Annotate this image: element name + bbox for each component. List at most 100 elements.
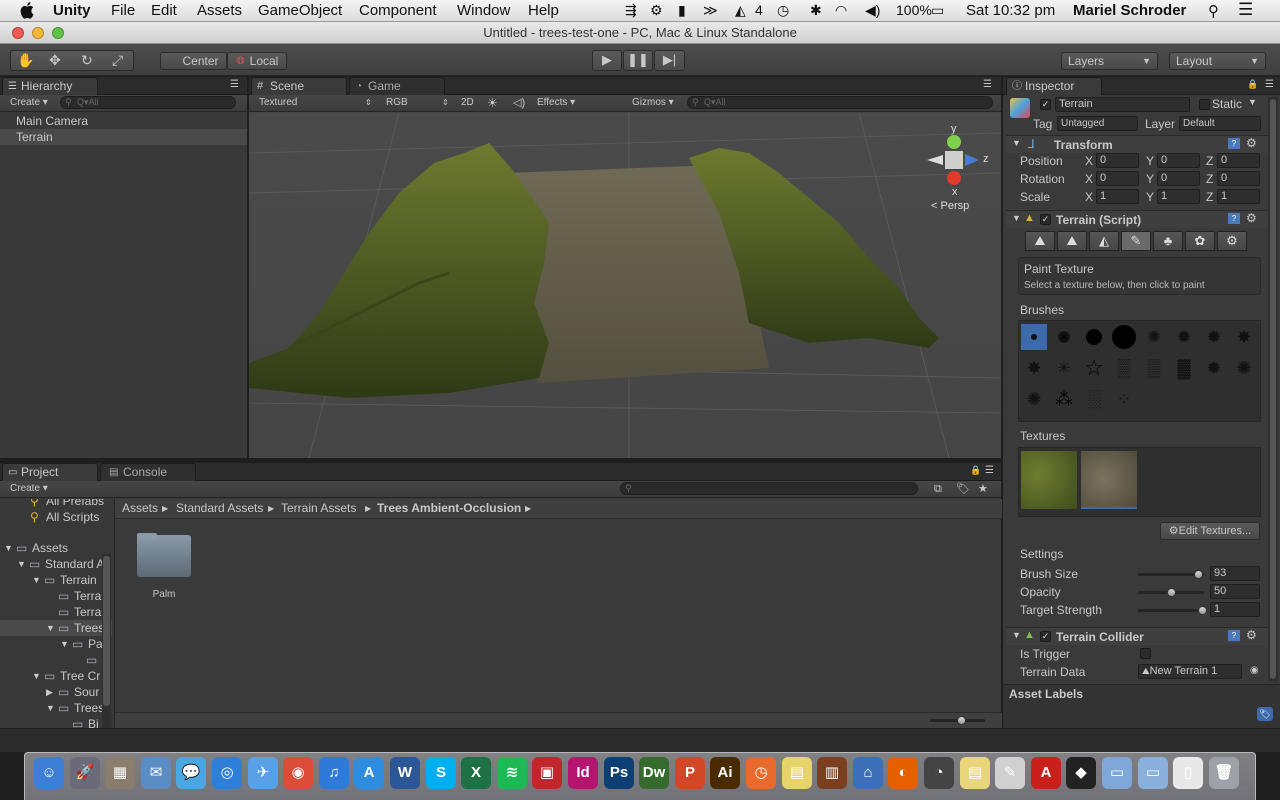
brush-size-field[interactable]: 93 bbox=[1210, 566, 1260, 581]
dock-mail-icon[interactable]: ✈ bbox=[248, 757, 278, 789]
icon-size-slider-knob[interactable] bbox=[957, 716, 966, 725]
breadcrumb-terrain-assets[interactable]: Terrain Assets bbox=[281, 499, 356, 518]
gizmo-y-axis[interactable] bbox=[947, 135, 961, 149]
tab-inspector[interactable]: ⓘ Inspector bbox=[1006, 77, 1102, 95]
pivot-center-button[interactable]: Center bbox=[160, 52, 227, 70]
brush-6[interactable]: ✹ bbox=[1171, 324, 1197, 350]
brush-19[interactable]: ░ bbox=[1081, 386, 1107, 412]
screen-share-icon[interactable]: ⇶ bbox=[625, 2, 637, 19]
foldout-arrow-icon[interactable]: ▼ bbox=[17, 556, 26, 572]
dock-dreamweaver-icon[interactable]: Dw bbox=[639, 757, 669, 789]
gear-icon[interactable]: ⚙ bbox=[1246, 211, 1257, 225]
dock-safari-icon[interactable]: ◎ bbox=[212, 757, 242, 789]
brush-2[interactable] bbox=[1051, 324, 1077, 350]
menu-gameobject[interactable]: GameObject bbox=[258, 2, 342, 19]
terrain-settings-tool[interactable]: ⚙ bbox=[1217, 231, 1247, 251]
paint-height-tool[interactable]: ⛰ bbox=[1057, 231, 1087, 251]
panel-menu-icon[interactable]: ☰ bbox=[230, 79, 239, 90]
foldout-arrow-icon[interactable]: ▼ bbox=[1012, 213, 1021, 223]
brush-4[interactable] bbox=[1111, 324, 1137, 350]
layout-dropdown[interactable]: Layout ▼ bbox=[1169, 52, 1266, 70]
tree-item-palm-child[interactable]: ▭ bbox=[0, 652, 112, 668]
gizmo-center-cube[interactable] bbox=[945, 151, 963, 169]
dock-flash-icon[interactable]: ▣ bbox=[532, 757, 562, 789]
scrollbar-thumb[interactable] bbox=[1270, 99, 1276, 679]
gizmo-neg-x-axis[interactable] bbox=[927, 155, 943, 165]
inspector-scrollbar[interactable] bbox=[1268, 97, 1278, 681]
brush-11[interactable]: ☆ bbox=[1081, 355, 1107, 381]
clock[interactable]: Sat 10:32 pm bbox=[966, 2, 1055, 19]
rotation-x-field[interactable]: 0 bbox=[1096, 171, 1139, 186]
position-x-field[interactable]: 0 bbox=[1096, 153, 1139, 168]
position-y-field[interactable]: 0 bbox=[1157, 153, 1200, 168]
dock-acrobat-icon[interactable]: A bbox=[1031, 757, 1061, 789]
panel-menu-icon[interactable]: ☰ bbox=[1265, 79, 1274, 90]
foldout-arrow-icon[interactable]: ▼ bbox=[46, 700, 55, 716]
dock-skype-icon[interactable]: S bbox=[426, 757, 456, 789]
hierarchy-search-input[interactable]: ⚲ Q▾All bbox=[60, 96, 236, 109]
rotate-tool-icon[interactable]: ↻ bbox=[81, 51, 93, 69]
tree-item-palm[interactable]: ▼ ▭ Pa bbox=[0, 636, 112, 652]
is-trigger-checkbox[interactable] bbox=[1140, 648, 1151, 659]
scale-y-field[interactable]: 1 bbox=[1157, 189, 1200, 204]
effects-dropdown[interactable]: Effects ▾ bbox=[537, 96, 575, 111]
dock-firefox-icon[interactable]: ◐ bbox=[888, 757, 918, 789]
dock-launchpad-icon[interactable]: 🚀 bbox=[70, 757, 100, 789]
tab-game[interactable]: ◔ Game bbox=[349, 77, 445, 95]
texture-dirt-selected[interactable] bbox=[1081, 451, 1137, 509]
dock-notes-icon[interactable]: ▤ bbox=[960, 757, 990, 789]
collider-enabled-checkbox[interactable]: ✓ bbox=[1040, 631, 1051, 642]
dock-itunes-icon[interactable]: ♫ bbox=[319, 757, 349, 789]
dock-messages-icon[interactable]: 💬 bbox=[176, 757, 206, 789]
terrain-script-header[interactable]: ▼ ▲ ✓ Terrain (Script) ? ⚙ bbox=[1006, 210, 1268, 228]
lighting-toggle-icon[interactable]: ☀ bbox=[487, 96, 498, 111]
dock-photos-icon[interactable]: ▦ bbox=[105, 757, 135, 789]
breadcrumb-trees-ambient-occlusion[interactable]: Trees Ambient-Occlusion bbox=[377, 499, 521, 518]
gear-icon[interactable]: ⚙ bbox=[1246, 628, 1257, 642]
foldout-arrow-icon[interactable]: ▼ bbox=[1012, 138, 1021, 148]
scale-tool-icon[interactable]: ⤢ bbox=[112, 51, 123, 69]
dock-powerpoint-icon[interactable]: P bbox=[675, 757, 705, 789]
spotlight-icon[interactable]: ⚲ bbox=[1208, 2, 1219, 20]
foldout-arrow-icon[interactable]: ▼ bbox=[32, 668, 41, 684]
dropbox-icon[interactable]: ▮ bbox=[678, 2, 686, 19]
texture-grass[interactable] bbox=[1021, 451, 1077, 509]
project-create-dropdown[interactable]: Create ▾ bbox=[10, 482, 48, 497]
dock-notebook-icon[interactable]: ▥ bbox=[817, 757, 847, 789]
opacity-field[interactable]: 50 bbox=[1210, 584, 1260, 599]
tree-item-terra-2[interactable]: ▭ Terra bbox=[0, 604, 112, 620]
hand-tool-icon[interactable]: ✋ bbox=[17, 51, 34, 69]
brush-17[interactable]: ✺ bbox=[1021, 386, 1047, 412]
brush-18[interactable]: ⁂ bbox=[1051, 386, 1077, 412]
scale-x-field[interactable]: 1 bbox=[1096, 189, 1139, 204]
opacity-slider-knob[interactable] bbox=[1167, 588, 1176, 597]
tree-scrollbar[interactable] bbox=[102, 554, 111, 728]
tab-console[interactable]: ▤ Console bbox=[100, 463, 196, 481]
smooth-height-tool[interactable]: ◭ bbox=[1089, 231, 1119, 251]
dock-excel-icon[interactable]: X bbox=[461, 757, 491, 789]
bluetooth-icon[interactable]: ✱ bbox=[810, 2, 822, 19]
hierarchy-create-dropdown[interactable]: Create ▾ bbox=[10, 96, 48, 111]
terrain-enabled-checkbox[interactable]: ✓ bbox=[1040, 214, 1051, 225]
breadcrumb-standard-assets[interactable]: Standard Assets bbox=[176, 499, 263, 518]
tree-item-source[interactable]: ▶ ▭ Sour bbox=[0, 684, 112, 700]
brush-14[interactable]: ▓ bbox=[1171, 355, 1197, 381]
help-icon[interactable]: ? bbox=[1228, 630, 1240, 641]
brush-10[interactable]: ✳ bbox=[1051, 355, 1077, 381]
tree-item-terrain[interactable]: ▼ ▭ Terrain bbox=[0, 572, 112, 588]
color-mode-dropdown[interactable]: RGB ⇕ bbox=[386, 96, 450, 111]
foldout-arrow-icon[interactable]: ▼ bbox=[1012, 630, 1021, 640]
tab-hierarchy[interactable]: ☰ Hierarchy bbox=[2, 77, 98, 95]
dock-dashboard-icon[interactable]: ◔ bbox=[924, 757, 954, 789]
target-strength-slider-knob[interactable] bbox=[1198, 606, 1207, 615]
brush-3[interactable] bbox=[1081, 324, 1107, 350]
help-icon[interactable]: ? bbox=[1228, 213, 1240, 224]
scale-z-field[interactable]: 1 bbox=[1217, 189, 1260, 204]
dock-ical-icon[interactable]: ◷ bbox=[746, 757, 776, 789]
battery-icon[interactable]: ▭ bbox=[931, 2, 944, 19]
scene-viewport[interactable]: y z x < Persp bbox=[249, 113, 1001, 458]
dock-indesign-icon[interactable]: Id bbox=[568, 757, 598, 789]
move-tool-icon[interactable]: ✥ bbox=[49, 51, 61, 69]
tab-scene[interactable]: # Scene bbox=[251, 77, 347, 95]
time-machine-icon[interactable]: ◷ bbox=[777, 2, 789, 19]
